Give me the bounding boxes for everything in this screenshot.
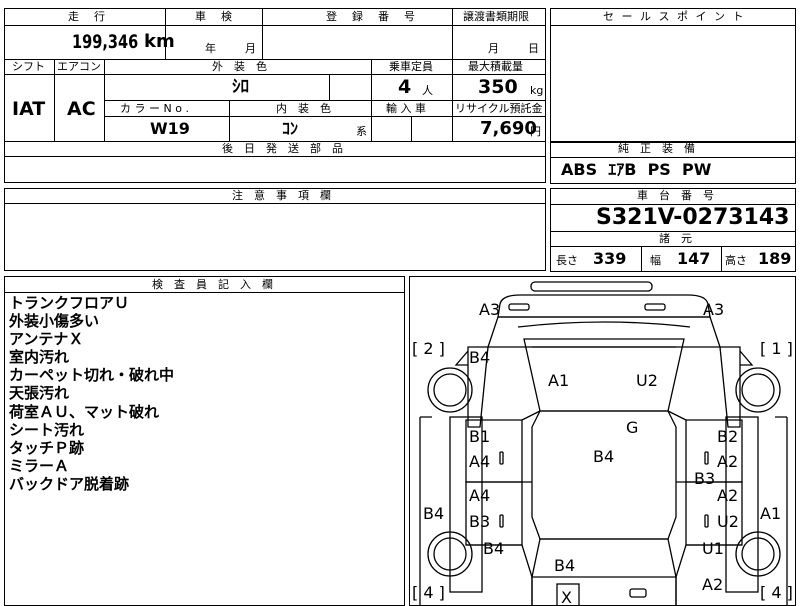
list-item: バックドア脱着跡 [9, 474, 130, 493]
chassis-number: S321V-0273143 [596, 205, 790, 230]
color-no-value: W19 [150, 119, 190, 138]
recycle-header: リサイクル預託金 [455, 102, 543, 115]
damage-mark: B4 [423, 504, 445, 523]
damage-mark: A2 [717, 486, 739, 505]
capacity-value: 4 [398, 76, 412, 98]
transfer-day-unit: 日 [528, 42, 539, 55]
max-load-header: 最大積載量 [468, 60, 523, 73]
list-item: 荷室ＡＵ、マット破れ [9, 402, 160, 421]
transfer-month-unit: 月 [488, 42, 499, 55]
damage-mark: A1 [548, 371, 570, 390]
length-label: 長さ [556, 254, 578, 267]
list-item: トランクフロアＵ [9, 294, 130, 312]
corner-label-4-left: [ 4 ] [412, 583, 445, 602]
recycle-value: 7,690 [480, 118, 537, 139]
damage-mark: A2 [702, 575, 724, 594]
interior-color-suffix: 系 [356, 125, 367, 138]
damage-mark: U2 [636, 371, 658, 390]
specs-header: 諸 元 [659, 232, 692, 245]
sales-point-box [550, 8, 796, 143]
import-header: 輸 入 車 [386, 102, 426, 115]
inspection-month-unit: 月 [245, 42, 256, 55]
width-label: 幅 [650, 254, 661, 267]
registration-header: 登 録 番 号 [326, 10, 417, 23]
corner-label-1: [ 1 ] [760, 339, 793, 358]
damage-mark: A1 [760, 504, 782, 523]
damage-mark: A4 [469, 452, 491, 471]
damage-mark: U2 [717, 512, 739, 531]
damage-mark: A2 [717, 452, 739, 471]
interior-color-header: 内 装 色 [276, 102, 331, 115]
mileage-unit: km [144, 31, 175, 52]
exterior-color-header: 外 装 色 [212, 60, 267, 73]
list-item: 室内汚れ [9, 348, 70, 367]
length-value: 339 [593, 249, 627, 268]
max-load-value: 350 [478, 76, 518, 98]
list-item: カーペット切れ・破れ中 [9, 366, 175, 385]
damage-mark: A3 [479, 300, 501, 319]
damage-mark: B2 [717, 427, 739, 446]
aircon-value: AC [67, 98, 96, 120]
damage-mark: B1 [469, 427, 491, 446]
notes-header: 注 意 事 項 欄 [232, 189, 331, 202]
damage-mark: B4 [554, 556, 576, 575]
damage-mark: B4 [483, 539, 505, 558]
damage-mark: X [561, 588, 572, 606]
damage-mark: U1 [702, 539, 724, 558]
equipment-items: ABS ｴｱB PS PW [561, 160, 712, 179]
mileage-value: 199,346 km [72, 31, 175, 53]
list-item: 天張汚れ [9, 384, 70, 403]
recycle-unit: 円 [530, 125, 541, 138]
after-parts-header: 後 日 発 送 部 品 [222, 142, 343, 155]
damage-mark: B3 [469, 512, 491, 531]
color-no-header: カ ラ ー N o . [120, 102, 189, 115]
inspector-notes-header: 検 査 員 記 入 欄 [152, 278, 273, 291]
height-value: 189 [758, 249, 792, 268]
inspection-year-unit: 年 [205, 42, 216, 55]
capacity-header: 乗車定員 [389, 60, 433, 73]
height-label: 高さ [725, 254, 747, 267]
equipment-header: 純 正 装 備 [618, 142, 695, 155]
aircon-header: エアコン [57, 60, 101, 73]
sales-point-header: セ ー ル ス ポ イ ン ト [603, 10, 746, 23]
capacity-unit: 人 [422, 84, 433, 97]
inspection-header: 車 検 [195, 10, 234, 23]
width-value: 147 [677, 249, 711, 268]
mileage-header: 走 行 [68, 10, 107, 23]
list-item: シート汚れ [9, 420, 85, 439]
list-item: ミラーＡ [9, 456, 70, 475]
list-item: アンテナＸ [9, 330, 84, 349]
damage-mark: B3 [694, 469, 716, 488]
exterior-color-value: ｼﾛ [232, 77, 249, 97]
max-load-unit: kg [530, 84, 544, 97]
transfer-header: 譲渡書類期限 [463, 10, 529, 23]
shift-header: シフト [12, 60, 45, 73]
list-item: タッチＰ跡 [9, 438, 85, 457]
corner-label-4-right: [ 4 ] [760, 583, 793, 602]
interior-color-value: ｺﾝ [282, 119, 299, 138]
damage-mark: B4 [593, 447, 615, 466]
damage-mark: B4 [469, 348, 491, 367]
damage-mark: A3 [703, 300, 725, 319]
shift-value: IAT [12, 98, 46, 120]
corner-label-2: [ 2 ] [412, 339, 445, 358]
damage-mark: G [626, 418, 639, 437]
chassis-header: 車 台 番 号 [637, 189, 714, 202]
inspector-notes-list: トランクフロアＵ 外装小傷多い アンテナＸ 室内汚れ カーペット切れ・破れ中 天… [9, 294, 174, 493]
car-diagram-box: [ 2 ] [ 1 ] [ 4 ] [ 4 ] A3 A3 B4 A1 U2 G… [409, 276, 796, 606]
damage-mark: A4 [469, 486, 491, 505]
list-item: 外装小傷多い [9, 312, 100, 331]
